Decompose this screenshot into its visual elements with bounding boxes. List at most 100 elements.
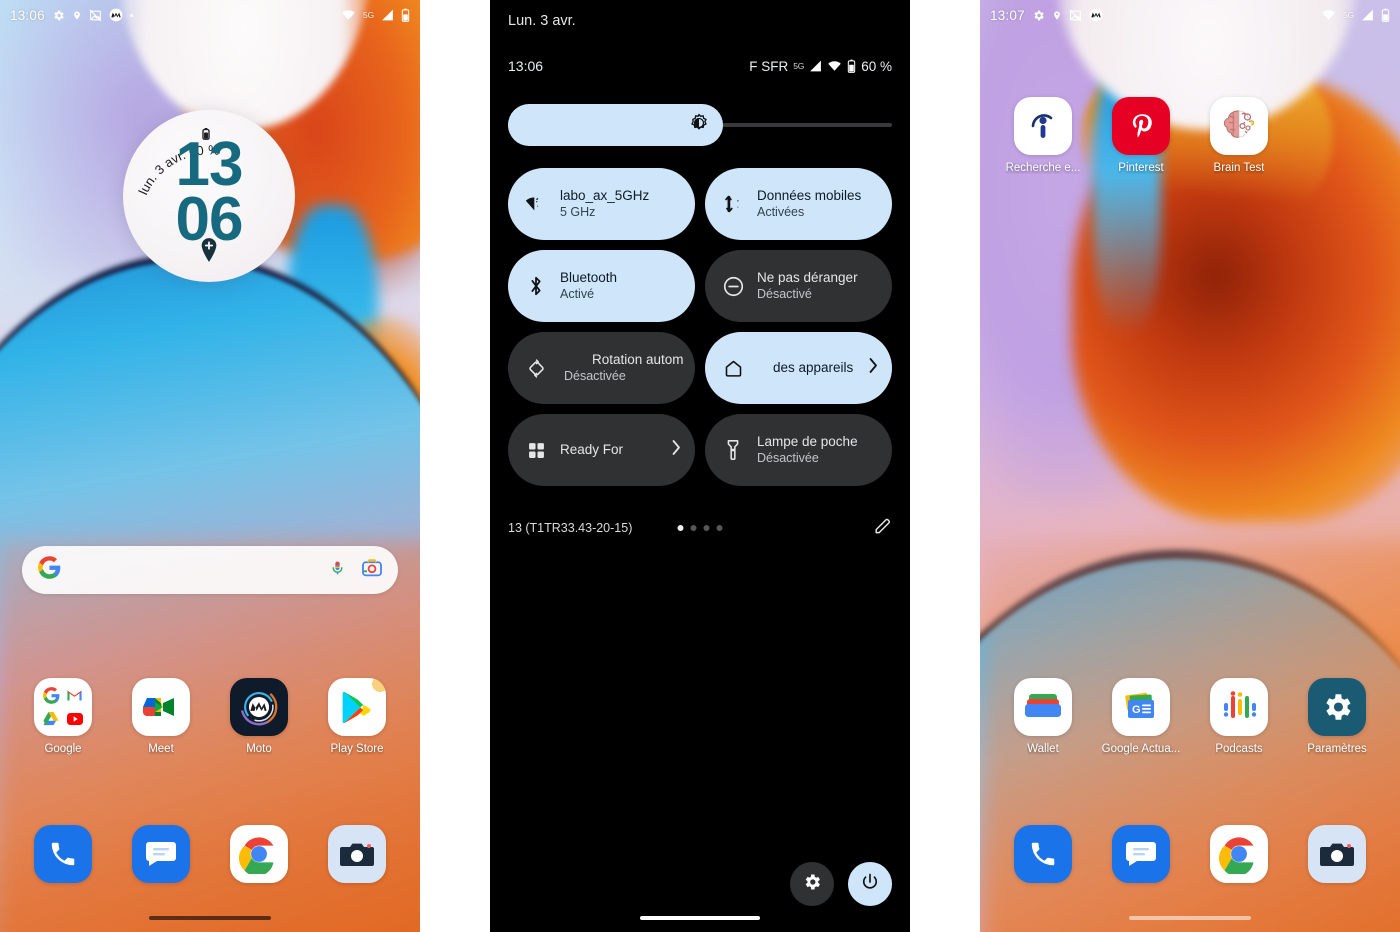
dock-item-camera[interactable] bbox=[1288, 825, 1386, 883]
chevron-right-icon bbox=[869, 358, 878, 379]
app-label: Moto bbox=[246, 743, 272, 755]
mobile-data-icon bbox=[721, 194, 745, 214]
app-item-play-store[interactable]: Play Store bbox=[308, 678, 406, 755]
app-label: Meet bbox=[148, 743, 174, 755]
home-2-dock bbox=[980, 825, 1400, 883]
wifi-icon bbox=[341, 9, 356, 21]
phone-panel-home-2: 13:07 5G Recherche e... Pinterest Brain … bbox=[980, 0, 1400, 932]
nav-gesture-bar[interactable] bbox=[149, 916, 271, 920]
qs-tile-title: Ne pas déranger bbox=[757, 269, 858, 285]
status-bar-clock: 13:07 bbox=[990, 7, 1025, 23]
app-item-settings[interactable]: Paramètres bbox=[1288, 678, 1386, 755]
power-button[interactable] bbox=[848, 862, 892, 906]
page-dot[interactable] bbox=[703, 525, 710, 531]
qs-tile-mobile-data[interactable]: Données mobiles Activées bbox=[705, 168, 892, 240]
qs-tile-ready-for[interactable]: Ready For bbox=[508, 414, 695, 486]
location-pin-icon bbox=[1052, 9, 1062, 22]
wifi-icon bbox=[1321, 9, 1336, 21]
nav-gesture-bar[interactable] bbox=[1129, 916, 1251, 920]
image-off-icon bbox=[89, 9, 102, 22]
qs-tile-wifi[interactable]: labo_ax_5GHz 5 GHz bbox=[508, 168, 695, 240]
app-item-recherche-emploi[interactable]: Recherche e... bbox=[994, 97, 1092, 174]
brightness-slider[interactable] bbox=[508, 104, 892, 146]
status-bar-home-1[interactable]: 13:06 5G bbox=[0, 0, 420, 30]
google-news-icon: G bbox=[1112, 678, 1170, 736]
google-folder-icon bbox=[34, 678, 92, 736]
brightness-fill bbox=[508, 104, 724, 146]
qs-bottom-buttons bbox=[790, 862, 892, 906]
dock-item-messages[interactable] bbox=[112, 825, 210, 883]
chrome-icon bbox=[1210, 825, 1268, 883]
app-label: Play Store bbox=[330, 743, 384, 755]
motorola-icon bbox=[1089, 8, 1103, 22]
clock-hours: 13 bbox=[175, 130, 244, 199]
home-1-dock bbox=[0, 825, 420, 883]
chrome-icon bbox=[230, 825, 288, 883]
search-input[interactable] bbox=[71, 562, 319, 578]
motorola-icon bbox=[109, 8, 123, 22]
google-wallet-icon bbox=[1014, 678, 1072, 736]
camera-icon bbox=[328, 825, 386, 883]
svg-text:G: G bbox=[1132, 704, 1141, 716]
app-item-moto[interactable]: Moto bbox=[210, 678, 308, 755]
brightness-icon bbox=[689, 113, 709, 138]
power-icon bbox=[860, 872, 880, 897]
network-type-label: 5G bbox=[1343, 10, 1354, 20]
location-pin-plus-icon bbox=[198, 237, 220, 268]
battery-icon bbox=[847, 59, 856, 73]
dock-item-camera[interactable] bbox=[308, 825, 406, 883]
qs-tile-home-devices[interactable]: des appareils bbox=[705, 332, 892, 404]
page-dot[interactable] bbox=[690, 525, 697, 531]
qs-tile-do-not-disturb[interactable]: Ne pas déranger Désactivé bbox=[705, 250, 892, 322]
qs-tile-title: Bluetooth bbox=[560, 269, 618, 285]
app-item-wallet[interactable]: Wallet bbox=[994, 678, 1092, 755]
app-item-brain-test[interactable]: Brain Test bbox=[1190, 97, 1288, 174]
app-label: Google bbox=[44, 743, 82, 755]
qs-tile-subtitle: Activées bbox=[757, 204, 805, 219]
qs-tile-title: des appareils bbox=[773, 359, 854, 375]
signal-icon bbox=[381, 9, 394, 21]
qs-page-dots[interactable] bbox=[677, 525, 723, 531]
camera-icon bbox=[1308, 825, 1366, 883]
nav-gesture-bar[interactable] bbox=[640, 916, 760, 920]
page-dot[interactable] bbox=[677, 525, 684, 531]
qs-tile-title: Données mobiles bbox=[757, 187, 862, 203]
app-item-google-folder[interactable]: Google bbox=[14, 678, 112, 755]
app-item-podcasts[interactable]: Podcasts bbox=[1190, 678, 1288, 755]
app-label: Wallet bbox=[1027, 743, 1059, 755]
qs-tile-title: labo_ax_5GHz bbox=[560, 187, 650, 203]
app-badge bbox=[372, 678, 386, 692]
qs-tile-flashlight[interactable]: Lampe de poche Désactivée bbox=[705, 414, 892, 486]
gear-icon bbox=[802, 872, 822, 897]
recherche-emploi-icon bbox=[1014, 97, 1072, 155]
app-item-pinterest[interactable]: Pinterest bbox=[1092, 97, 1190, 174]
app-item-google-news[interactable]: G Google Actua... bbox=[1092, 678, 1190, 755]
home-2-app-row-bottom: Wallet G Google Actua... Podcasts Paramè… bbox=[980, 678, 1400, 755]
app-item-meet[interactable]: Meet bbox=[112, 678, 210, 755]
google-lens-icon[interactable] bbox=[362, 558, 382, 582]
google-podcasts-icon bbox=[1210, 678, 1268, 736]
qs-tile-bluetooth[interactable]: Bluetooth Activé bbox=[508, 250, 695, 322]
phone-icon bbox=[34, 825, 92, 883]
dock-item-phone[interactable] bbox=[994, 825, 1092, 883]
home-icon bbox=[721, 358, 745, 379]
qs-clock: 13:06 bbox=[508, 58, 544, 74]
settings-shortcut-button[interactable] bbox=[790, 862, 834, 906]
page-dot[interactable] bbox=[716, 525, 723, 531]
moto-icon bbox=[230, 678, 288, 736]
google-search-bar[interactable] bbox=[22, 546, 398, 594]
google-play-icon bbox=[328, 678, 386, 736]
dock-item-chrome[interactable] bbox=[1190, 825, 1288, 883]
dock-item-chrome[interactable] bbox=[210, 825, 308, 883]
microphone-icon[interactable] bbox=[329, 558, 346, 583]
network-type-label: 5G bbox=[363, 10, 374, 20]
dock-item-messages[interactable] bbox=[1092, 825, 1190, 883]
qs-tile-title: Rotation autom bbox=[592, 351, 684, 367]
dock-item-phone[interactable] bbox=[14, 825, 112, 883]
qs-tile-auto-rotate[interactable]: Rotation autom Désactivée bbox=[508, 332, 695, 404]
qs-date: Lun. 3 avr. bbox=[508, 13, 576, 29]
clock-widget[interactable]: lun. 3 avr. 60 % 13 06 bbox=[123, 110, 295, 282]
status-bar-home-2[interactable]: 13:07 5G bbox=[980, 0, 1400, 30]
phone-panel-quick-settings: Lun. 3 avr. 13:06 F SFR 5G 60 % labo_ax_… bbox=[490, 0, 910, 932]
pencil-icon[interactable] bbox=[873, 516, 892, 540]
